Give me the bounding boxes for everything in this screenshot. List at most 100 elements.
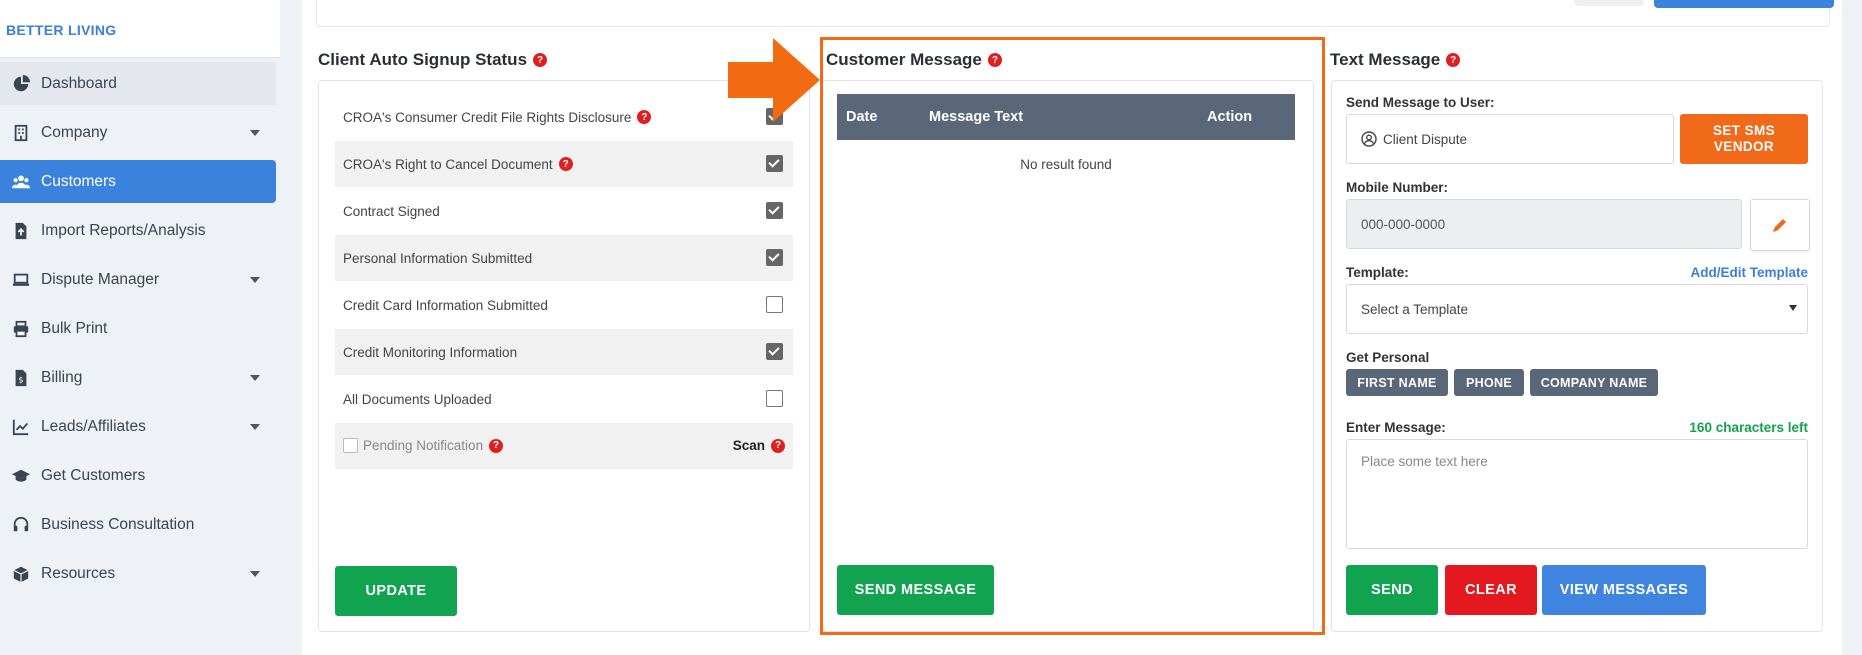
help-icon[interactable]: ? <box>533 53 548 67</box>
sidebar-item-label: Leads/Affiliates <box>41 417 146 435</box>
template-select-value: Select a Template <box>1361 301 1469 317</box>
signup-status-title-text: Client Auto Signup Status <box>318 50 528 69</box>
enter-message-label: Enter Message: <box>1346 420 1446 435</box>
chevron-down-icon <box>250 130 260 136</box>
sidebar-item-customers[interactable]: Customers <box>0 160 276 203</box>
highlight-arrow-icon <box>728 38 820 122</box>
signup-row-label: CROA's Consumer Credit File Rights Discl… <box>343 109 632 125</box>
send-button[interactable]: SEND <box>1346 565 1438 615</box>
scan-link[interactable]: Scan? <box>733 438 785 453</box>
signup-row: Credit Card Information Submitted <box>335 282 793 328</box>
template-select[interactable]: Select a Template <box>1346 284 1808 334</box>
help-icon[interactable]: ? <box>1446 53 1461 67</box>
sidebar-item-label: Customers <box>41 172 116 190</box>
signup-row: All Documents Uploaded <box>335 376 793 422</box>
signup-status-title: Client Auto Signup Status? <box>318 50 548 70</box>
sidebar-item-label: Billing <box>41 368 83 386</box>
pending-notification-checkbox[interactable] <box>343 438 358 453</box>
invoice-icon: $ <box>11 368 31 388</box>
send-to-value: Client Dispute <box>1383 131 1468 147</box>
send-to-field[interactable]: Client Dispute <box>1346 114 1674 164</box>
scan-label: Scan <box>732 438 765 453</box>
send-to-label: Send Message to User: <box>1346 95 1495 110</box>
top-button[interactable] <box>1654 0 1834 8</box>
sidebar-item-dispute-manager[interactable]: Dispute Manager <box>0 258 276 301</box>
column-action: Action <box>1207 109 1253 125</box>
set-sms-vendor-button[interactable]: SET SMS VENDOR <box>1680 114 1808 164</box>
help-icon[interactable]: ? <box>489 438 504 453</box>
tag-phone[interactable]: PHONE <box>1454 369 1524 396</box>
sidebar: BETTER LIVING Dashboard Company Customer… <box>0 0 280 655</box>
sidebar-item-label: Dashboard <box>41 74 117 92</box>
pending-notification-row: Pending Notification? Scan? <box>335 423 793 469</box>
signup-checkbox[interactable] <box>766 296 783 313</box>
user-circle-icon <box>1361 131 1377 147</box>
signup-row: Personal Information Submitted <box>335 235 793 281</box>
signup-row: Contract Signed <box>335 188 793 234</box>
signup-checkbox[interactable] <box>766 343 783 360</box>
tag-company-name[interactable]: COMPANY NAME <box>1530 369 1658 396</box>
sidebar-item-company[interactable]: Company <box>0 111 276 154</box>
chart-line-icon <box>11 417 31 437</box>
box-icon <box>11 564 31 584</box>
pending-notification-label: Pending Notification <box>363 438 484 453</box>
brand-header: BETTER LIVING <box>0 0 280 58</box>
help-icon[interactable]: ? <box>637 110 652 124</box>
clear-button[interactable]: CLEAR <box>1445 565 1537 615</box>
sidebar-nav: Dashboard Company Customers Import Repor… <box>0 62 278 601</box>
sidebar-item-label: Dispute Manager <box>41 270 160 288</box>
customer-message-title-text: Customer Message <box>826 50 982 69</box>
signup-status-card: CROA's Consumer Credit File Rights Discl… <box>318 80 810 632</box>
send-message-button[interactable]: SEND MESSAGE <box>837 565 994 615</box>
signup-row-label: Credit Card Information Submitted <box>343 297 548 313</box>
signup-checkbox[interactable] <box>766 390 783 407</box>
sidebar-item-get-customers[interactable]: Get Customers <box>0 454 276 497</box>
signup-row-label: Personal Information Submitted <box>343 250 533 266</box>
signup-row-label: Credit Monitoring Information <box>343 344 518 360</box>
help-icon[interactable]: ? <box>771 438 785 453</box>
signup-row-label: Contract Signed <box>343 203 440 219</box>
sidebar-item-label: Import Reports/Analysis <box>41 221 206 239</box>
add-edit-template-link[interactable]: Add/Edit Template <box>1630 265 1808 280</box>
signup-checkbox[interactable] <box>766 202 783 219</box>
template-label: Template: <box>1346 265 1409 280</box>
column-date: Date <box>846 109 878 125</box>
brand-name: BETTER LIVING <box>6 22 117 38</box>
text-message-title: Text Message? <box>1330 50 1461 70</box>
signup-checkbox[interactable] <box>766 155 783 172</box>
tag-first-name[interactable]: FIRST NAME <box>1346 369 1448 396</box>
signup-checkbox[interactable] <box>766 249 783 266</box>
message-textarea[interactable]: Place some text here <box>1346 439 1808 549</box>
help-icon[interactable]: ? <box>558 157 573 171</box>
sidebar-item-import-reports[interactable]: Import Reports/Analysis <box>0 209 276 252</box>
graduation-cap-icon <box>11 466 31 486</box>
view-messages-button[interactable]: VIEW MESSAGES <box>1542 565 1706 615</box>
top-chip <box>1574 0 1644 6</box>
svg-text:$: $ <box>18 374 23 384</box>
sidebar-item-bulk-print[interactable]: Bulk Print <box>0 307 276 350</box>
chevron-down-icon <box>1789 305 1797 311</box>
customer-message-title: Customer Message? <box>826 50 1002 70</box>
mobile-number-label: Mobile Number: <box>1346 180 1449 195</box>
help-icon[interactable]: ? <box>987 53 1002 67</box>
sidebar-item-label: Bulk Print <box>41 319 108 337</box>
dashboard-icon <box>11 74 31 94</box>
sidebar-item-label: Resources <box>41 564 116 582</box>
sidebar-item-dashboard[interactable]: Dashboard <box>0 62 276 105</box>
update-button[interactable]: UPDATE <box>335 566 457 616</box>
sidebar-item-billing[interactable]: $ Billing <box>0 356 276 399</box>
headset-icon <box>11 515 31 535</box>
chevron-down-icon <box>250 375 260 381</box>
message-table-header: Date Message Text Action <box>837 94 1295 140</box>
edit-mobile-button[interactable] <box>1750 199 1810 251</box>
signup-row-label: All Documents Uploaded <box>343 391 492 407</box>
chevron-down-icon <box>250 277 260 283</box>
sidebar-item-label: Business Consultation <box>41 515 195 533</box>
text-message-title-text: Text Message <box>1330 50 1441 69</box>
sidebar-item-label: Get Customers <box>41 466 146 484</box>
sidebar-item-leads-affiliates[interactable]: Leads/Affiliates <box>0 405 276 448</box>
mobile-number-input[interactable]: 000-000-0000 <box>1346 199 1742 249</box>
sidebar-item-business-consultation[interactable]: Business Consultation <box>0 503 276 546</box>
sidebar-item-resources[interactable]: Resources <box>0 552 276 595</box>
signup-row-label: CROA's Right to Cancel Document <box>343 156 553 172</box>
